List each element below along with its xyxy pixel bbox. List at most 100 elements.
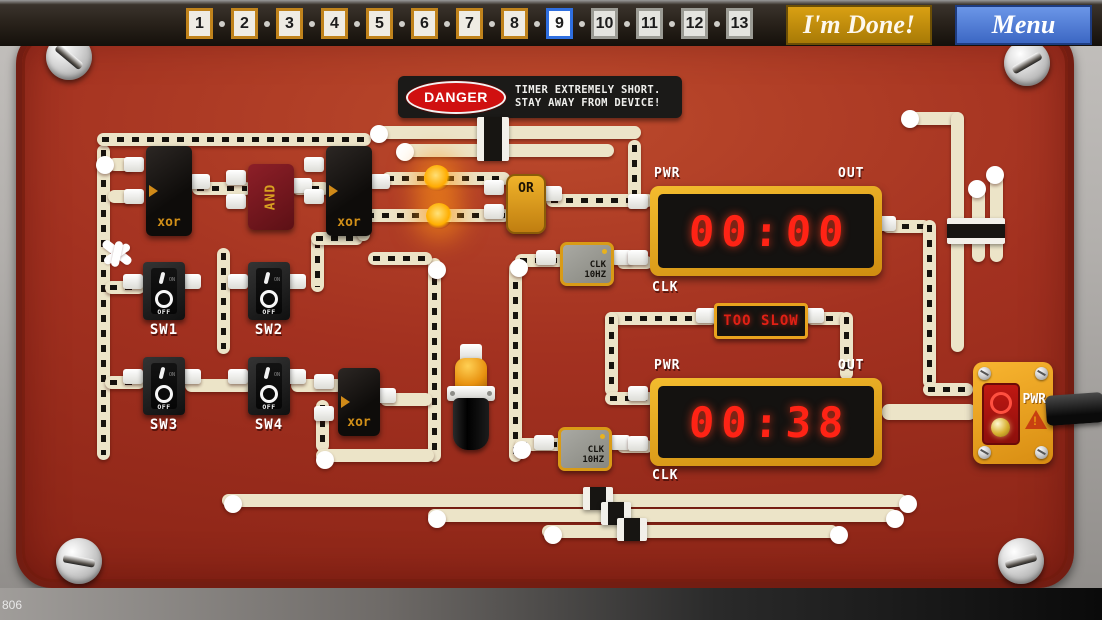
trace-segment	[222, 494, 907, 507]
switch-on-label: ON	[274, 277, 280, 283]
timer1-screen: 00:00	[658, 194, 874, 268]
tab-level-10[interactable]: 10	[591, 8, 618, 39]
clock-label: CLK 10HZ	[584, 261, 606, 280]
tab-level-5[interactable]: 5	[366, 8, 393, 39]
tab-level-3[interactable]: 3	[276, 8, 303, 39]
connector-pad	[610, 435, 630, 450]
xor-gate-2: xor	[326, 146, 372, 236]
power-cable	[1045, 392, 1102, 426]
build-number: 806	[2, 598, 22, 612]
menu-button[interactable]: Menu	[955, 5, 1092, 45]
trace-joint-dot	[544, 526, 562, 544]
connector-pad	[484, 180, 504, 195]
switch-off-ring	[260, 385, 278, 403]
clock-label-line2: 10HZ	[584, 271, 606, 280]
tab-separator-dot	[714, 21, 720, 27]
trace-joint-dot	[513, 441, 531, 459]
trace-joint-dot	[224, 495, 242, 513]
tab-level-1[interactable]: 1	[186, 8, 213, 39]
connector-pad	[314, 374, 334, 389]
switch-off-label: OFF	[256, 308, 282, 316]
trace-segment	[542, 525, 838, 538]
trace-joint-dot	[901, 110, 919, 128]
tab-level-12[interactable]: 12	[681, 8, 708, 39]
tab-level-13[interactable]: 13	[726, 8, 753, 39]
screw-icon	[978, 367, 991, 380]
screw-icon	[998, 538, 1044, 584]
connector-pad	[628, 436, 648, 451]
switch-off-label: OFF	[151, 403, 177, 411]
switch-rocker[interactable]: ON OFF	[256, 363, 282, 409]
connector-pad	[534, 435, 554, 450]
im-done-button[interactable]: I'm Done!	[786, 5, 932, 45]
switch-sw2[interactable]: ON OFF	[248, 262, 290, 320]
screw-icon	[56, 538, 102, 584]
connector-pad	[123, 369, 143, 384]
trace-segment	[605, 312, 618, 396]
timer1-out-label: OUT	[838, 166, 864, 181]
connector-pad	[628, 194, 648, 209]
switch-rocker[interactable]: ON OFF	[256, 268, 282, 314]
diode-icon	[617, 518, 647, 541]
switch-sw3[interactable]: ON OFF	[143, 357, 185, 415]
power-indicator-panel	[982, 383, 1020, 445]
clock-chip-1: CLK 10HZ	[560, 242, 614, 286]
tab-level-7[interactable]: 7	[456, 8, 483, 39]
chip-marker-icon	[341, 396, 350, 408]
trace-segment	[97, 133, 371, 146]
danger-badge: DANGER	[406, 81, 506, 114]
tab-level-2[interactable]: 2	[231, 8, 258, 39]
tab-level-9-active[interactable]: 9	[546, 8, 573, 39]
switch-off-ring	[155, 290, 173, 308]
signal-glow-dot	[424, 165, 450, 191]
connector-pad	[696, 308, 716, 323]
timer1-value: 00:00	[680, 207, 851, 256]
switch-rocker[interactable]: ON OFF	[151, 268, 177, 314]
capacitor-icon	[477, 117, 509, 161]
switch-rocker[interactable]: ON OFF	[151, 363, 177, 409]
switch-name-sw2: SW2	[239, 322, 299, 338]
switch-off-ring	[260, 290, 278, 308]
trace-segment	[882, 404, 976, 420]
level-tab-row: 1 2 3 4 5 6 7 8 9 10 11 12 13	[186, 8, 753, 39]
tab-separator-dot	[399, 21, 405, 27]
tab-level-6[interactable]: 6	[411, 8, 438, 39]
timer-display-1: 00:00	[650, 186, 882, 276]
trace-joint-dot	[428, 510, 446, 528]
power-led-on-icon	[991, 418, 1010, 437]
screw-icon	[1035, 446, 1048, 459]
connector-pad	[226, 194, 246, 209]
screw-icon	[1004, 40, 1050, 86]
timer2-screen: 00:38	[658, 386, 874, 458]
switch-off-label: OFF	[256, 403, 282, 411]
switch-sw4[interactable]: ON OFF	[248, 357, 290, 415]
electrolytic-capacitor	[447, 344, 495, 452]
tab-separator-dot	[264, 21, 270, 27]
tab-level-8[interactable]: 8	[501, 8, 528, 39]
connector-pad	[304, 157, 324, 172]
switch-sw1[interactable]: ON OFF	[143, 262, 185, 320]
timer2-pwr-label: PWR	[654, 358, 680, 373]
switch-on-label: ON	[169, 372, 175, 378]
timer1-pwr-label: PWR	[654, 166, 680, 181]
screw-icon	[978, 446, 991, 459]
tab-separator-dot	[534, 21, 540, 27]
status-text: TOO SLOW	[723, 313, 798, 329]
or-gate: OR	[506, 174, 546, 234]
tab-level-11[interactable]: 11	[636, 8, 663, 39]
connector-pad	[628, 250, 648, 265]
timer2-value: 00:38	[680, 398, 851, 447]
danger-line2: STAY AWAY FROM DEVICE!	[515, 97, 661, 110]
trace-joint-dot	[316, 451, 334, 469]
clock-label: CLK 10HZ	[582, 446, 604, 465]
timer2-clk-label: CLK	[652, 468, 678, 483]
timer1-clk-label: CLK	[652, 280, 678, 295]
switch-off-ring	[155, 385, 173, 403]
trace-segment	[428, 509, 898, 522]
timer2-out-label: OUT	[838, 358, 864, 373]
switch-on-mark	[159, 367, 166, 380]
switch-off-label: OFF	[151, 308, 177, 316]
power-module-label: PWR	[1023, 392, 1046, 407]
tab-level-4[interactable]: 4	[321, 8, 348, 39]
trace-joint-dot	[428, 261, 446, 279]
